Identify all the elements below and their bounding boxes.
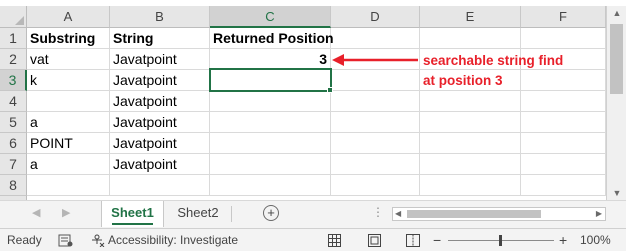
active-cell-selection [209,68,332,92]
status-bar: Ready Accessibility: Investigate − + 100… [0,228,626,251]
cell-b7[interactable]: Javatpoint [110,154,210,175]
status-ready: Ready [7,233,42,247]
row-header-5[interactable]: 5 [0,112,27,133]
cell-f5[interactable] [521,112,606,133]
cell-a5[interactable]: a [27,112,110,133]
cell-d5[interactable] [331,112,420,133]
row-header-8[interactable]: 8 [0,175,27,196]
cell-b3[interactable]: Javatpoint [110,70,210,91]
fill-handle[interactable] [327,87,333,93]
cell-e1[interactable] [420,28,521,49]
column-header-d[interactable]: D [331,6,420,28]
cell-e8[interactable] [420,175,521,196]
row-header-7[interactable]: 7 [0,154,27,175]
accessibility-status[interactable]: Accessibility: Investigate [108,229,238,251]
row-header-3[interactable]: 3 [0,70,27,91]
page-break-view-icon[interactable] [406,234,420,247]
row-header-2[interactable]: 2 [0,49,27,70]
scroll-left-arrow-icon[interactable]: ◀ [395,208,401,220]
row-header-6[interactable]: 6 [0,133,27,154]
cell-d7[interactable] [331,154,420,175]
cell-d1[interactable] [331,28,420,49]
cell-c2[interactable]: 3 [210,49,331,70]
cell-b8[interactable] [110,175,210,196]
cell-f8[interactable] [521,175,606,196]
cell-c5[interactable] [210,112,331,133]
cell-d4[interactable] [331,91,420,112]
horizontal-scroll-thumb[interactable] [407,210,541,218]
cell-d8[interactable] [331,175,420,196]
cell-b2[interactable]: Javatpoint [110,49,210,70]
tab-sheet1[interactable]: Sheet1 [101,201,164,227]
column-header-a[interactable]: A [27,6,110,28]
column-header-e[interactable]: E [420,6,521,28]
normal-view-icon[interactable] [328,234,341,247]
scroll-up-arrow-icon[interactable]: ▲ [607,8,626,18]
cell-c7[interactable] [210,154,331,175]
cell-b5[interactable]: Javatpoint [110,112,210,133]
accessibility-icon[interactable] [91,234,105,247]
column-header-c[interactable]: C [210,6,331,28]
cell-e5[interactable] [420,112,521,133]
active-tab-underline [112,223,153,225]
cell-f6[interactable] [521,133,606,154]
select-all-corner[interactable] [0,6,27,28]
cell-a3[interactable]: k [27,70,110,91]
cell-a1[interactable]: Substring [27,28,110,49]
annotation-line-2: at position 3 [423,73,503,88]
cell-a7[interactable]: a [27,154,110,175]
add-sheet-icon[interactable]: + [263,205,279,221]
horizontal-scrollbar[interactable]: ◀ ▶ [392,207,606,221]
macro-record-icon[interactable] [58,234,74,247]
worksheet-grid[interactable]: A B C D E F 1 2 3 4 5 6 7 8 9 Substring … [0,0,606,226]
cell-a6[interactable]: POINT [27,133,110,154]
sheet-tab-bar: ◀ ▶ Sheet1 Sheet2 + ⋮ ◀ ▶ [0,200,626,228]
row-header-1[interactable]: 1 [0,28,27,49]
cell-b1[interactable]: String [110,28,210,49]
cell-c8[interactable] [210,175,331,196]
tab-separator [231,206,232,222]
cell-f7[interactable] [521,154,606,175]
cell-d6[interactable] [331,133,420,154]
vertical-scroll-thumb[interactable] [610,24,623,94]
cell-a4[interactable] [27,91,110,112]
annotation-line-1: searchable string find [423,53,564,68]
cell-c4[interactable] [210,91,331,112]
zoom-level[interactable]: 100% [580,229,611,251]
zoom-slider-thumb[interactable] [499,235,502,246]
zoom-out-button[interactable]: − [433,229,441,251]
prev-sheet-arrow-icon[interactable]: ◀ [32,206,40,219]
cell-a8[interactable] [27,175,110,196]
zoom-in-button[interactable]: + [559,229,567,251]
cell-e7[interactable] [420,154,521,175]
cell-b4[interactable]: Javatpoint [110,91,210,112]
excel-window: { "columns": ["A","B","C","D","E","F"], … [0,0,626,251]
cell-c6[interactable] [210,133,331,154]
cell-c1[interactable]: Returned Position [210,28,334,49]
row-header-4[interactable]: 4 [0,91,27,112]
cell-f1[interactable] [521,28,606,49]
more-options-icon[interactable]: ⋮ [372,205,384,219]
cell-a2[interactable]: vat [27,49,110,70]
cell-b6[interactable]: Javatpoint [110,133,210,154]
next-sheet-arrow-icon[interactable]: ▶ [62,206,70,219]
page-layout-view-icon[interactable] [368,234,381,247]
scroll-right-arrow-icon[interactable]: ▶ [596,208,602,220]
scroll-down-arrow-icon[interactable]: ▼ [607,188,626,198]
tab-sheet1-label: Sheet1 [111,205,154,220]
cell-d3[interactable] [331,70,420,91]
cell-e6[interactable] [420,133,521,154]
annotation-arrow [332,54,418,66]
vertical-scrollbar[interactable]: ▲ ▼ [606,6,626,226]
column-header-b[interactable]: B [110,6,210,28]
column-header-f[interactable]: F [521,6,606,28]
annotation-text: searchable string find at position 3 [423,51,563,91]
tab-sheet2-label: Sheet2 [177,205,219,220]
cell-e4[interactable] [420,91,521,112]
cell-f4[interactable] [521,91,606,112]
tab-sheet2[interactable]: Sheet2 [166,201,230,227]
